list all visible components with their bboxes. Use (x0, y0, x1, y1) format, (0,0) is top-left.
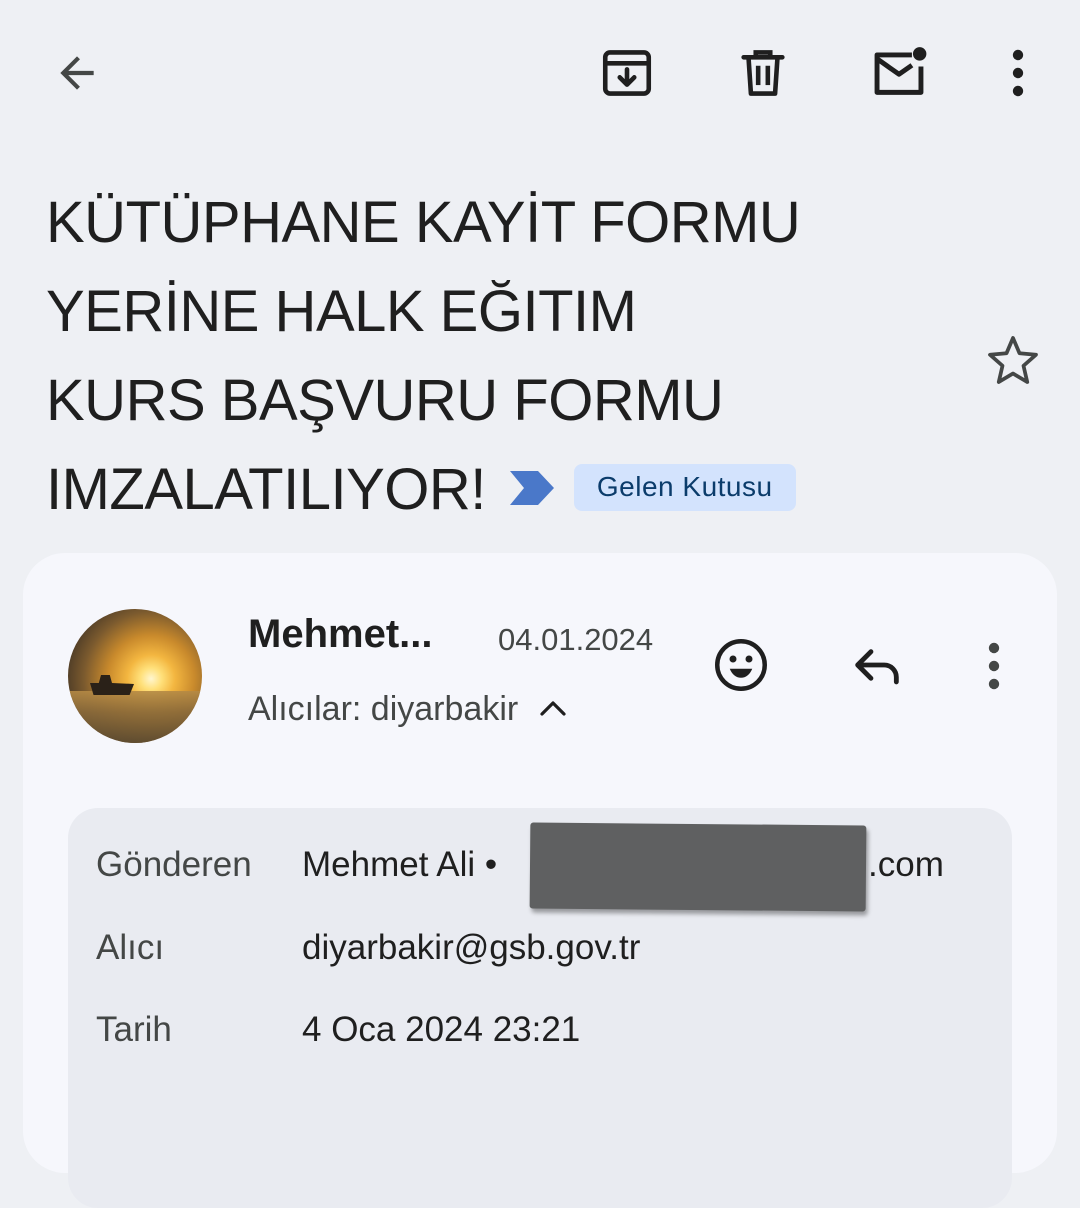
avatar-water (68, 691, 202, 743)
star-outline-icon (988, 336, 1038, 384)
add-reaction-button[interactable] (708, 632, 774, 698)
label-chip-inbox[interactable]: Gelen Kutusu (573, 464, 796, 512)
recipients-toggle[interactable]: Alıcılar: diyarbakir (248, 690, 568, 731)
star-button[interactable] (980, 328, 1046, 394)
more-options-button[interactable] (994, 42, 1042, 104)
subject-line-4-text: IMZALATILIYOR! (46, 457, 486, 522)
back-button[interactable] (46, 42, 108, 104)
mark-unread-icon (874, 47, 927, 95)
subject-line-1: KÜTÜPHANE KAYİT FORMU (46, 190, 801, 255)
sender-avatar[interactable] (68, 609, 202, 743)
date-value: 4 Oca 2024 23:21 (302, 1010, 581, 1049)
from-email-suffix: .com (868, 845, 944, 884)
chevron-up-icon (538, 688, 568, 727)
from-value[interactable]: Mehmet Ali • (302, 845, 497, 885)
importance-marker-icon[interactable] (508, 443, 556, 532)
email-subject: KÜTÜPHANE KAYİT FORMU YERİNE HALK EĞITIM… (46, 178, 926, 538)
more-vert-icon (988, 642, 1000, 690)
trash-icon (741, 50, 785, 96)
redaction-block (529, 822, 867, 912)
avatar-ship (90, 675, 134, 695)
delete-button[interactable] (730, 40, 796, 106)
subject-line-2: YERİNE HALK EĞITIM (46, 279, 637, 344)
to-label: Alıcı (96, 928, 165, 967)
archive-icon (602, 50, 652, 96)
archive-button[interactable] (594, 40, 660, 106)
from-label: Gönderen (96, 845, 252, 884)
sender-name[interactable]: Mehmet... (248, 612, 432, 657)
mark-unread-button[interactable] (866, 40, 932, 106)
recipients-text: Alıcılar: diyarbakir (248, 690, 519, 728)
add-reaction-icon (715, 639, 767, 691)
reply-button[interactable] (844, 632, 910, 698)
subject-line-3: KURS BAŞVURU FORMU (46, 368, 724, 433)
date-label: Tarih (96, 1010, 172, 1049)
reply-icon (855, 649, 899, 685)
arrow-back-icon (60, 56, 94, 90)
subject-line-4: IMZALATILIYOR! Gelen Kutusu (46, 445, 926, 538)
message-more-button[interactable] (970, 636, 1018, 696)
to-value[interactable]: diyarbakir@gsb.gov.tr (302, 928, 640, 968)
more-vert-icon (1012, 49, 1024, 97)
message-date: 04.01.2024 (498, 622, 654, 657)
